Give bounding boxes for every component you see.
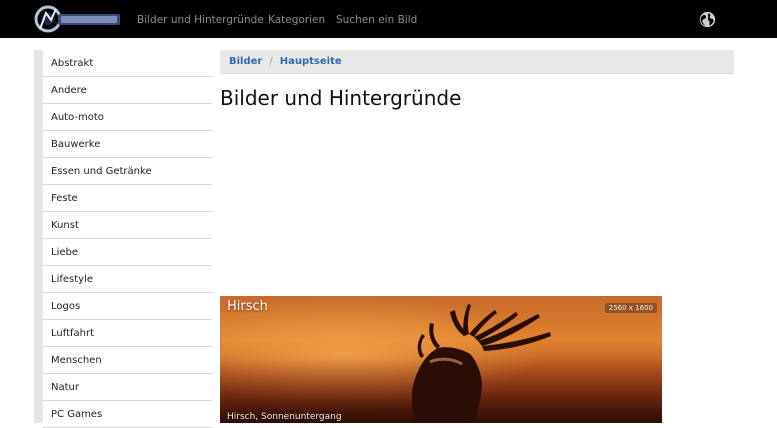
- sidebar-item-auto-moto[interactable]: Auto-moto: [43, 104, 212, 131]
- sidebar-item-menschen[interactable]: Menschen: [43, 347, 212, 374]
- sidebar-item-kunst[interactable]: Kunst: [43, 212, 212, 239]
- sidebar-item-abstrakt[interactable]: Abstrakt: [43, 50, 212, 77]
- sidebar-item-pc-games[interactable]: PC Games: [43, 401, 212, 428]
- category-sidebar: Abstrakt Andere Auto-moto Bauwerke Essen…: [34, 50, 212, 428]
- sidebar-item-natur[interactable]: Natur: [43, 374, 212, 401]
- sidebar-item-logos[interactable]: Logos: [43, 293, 212, 320]
- breadcrumb: Bilder / Hauptseite: [220, 50, 734, 74]
- sidebar-item-feste[interactable]: Feste: [43, 185, 212, 212]
- sidebar-item-essen-und-getraenke[interactable]: Essen und Getränke: [43, 158, 212, 185]
- sidebar-item-liebe[interactable]: Liebe: [43, 239, 212, 266]
- globe-icon[interactable]: [699, 11, 716, 28]
- deer-sunset-image: [220, 296, 662, 423]
- card-caption: Hirsch, Sonnenuntergang: [227, 412, 342, 422]
- breadcrumb-link-bilder[interactable]: Bilder: [229, 56, 262, 67]
- featured-image-card[interactable]: Hirsch 2560 x 1600 Hirsch, Sonnenunterga…: [220, 296, 662, 423]
- sidebar-item-lifestyle[interactable]: Lifestyle: [43, 266, 212, 293]
- site-logo[interactable]: [34, 3, 122, 35]
- sidebar-item-luftfahrt[interactable]: Luftfahrt: [43, 320, 212, 347]
- nav-link-suchen[interactable]: Suchen ein Bild: [336, 14, 417, 26]
- sidebar-item-andere[interactable]: Andere: [43, 77, 212, 104]
- category-list: Abstrakt Andere Auto-moto Bauwerke Essen…: [43, 50, 212, 428]
- top-navbar: Bilder und Hintergründe Kategorien Suche…: [0, 0, 777, 38]
- resolution-badge: 2560 x 1600: [604, 303, 657, 313]
- nav-link-kategorien[interactable]: Kategorien: [268, 14, 325, 26]
- card-title[interactable]: Hirsch: [227, 299, 268, 314]
- nav-link-bilder[interactable]: Bilder und Hintergründe: [137, 14, 264, 26]
- breadcrumb-link-hauptseite[interactable]: Hauptseite: [280, 56, 342, 67]
- page-title: Bilder und Hintergründe: [220, 86, 462, 110]
- sidebar-item-bauwerke[interactable]: Bauwerke: [43, 131, 212, 158]
- breadcrumb-separator: /: [269, 56, 273, 67]
